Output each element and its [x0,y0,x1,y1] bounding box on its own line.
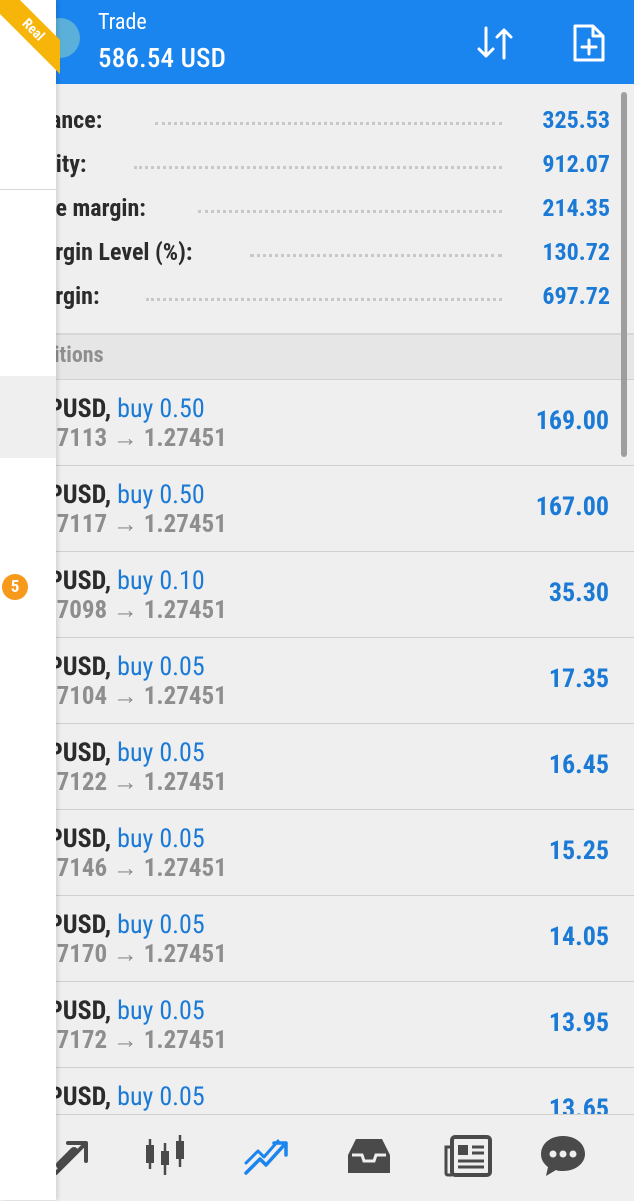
summary-value: 912.07 [542,150,610,178]
dotted-leader [146,292,502,301]
position-prices: 27146 → 1.27451 [44,854,227,883]
position-side: buy 0.10 [117,566,205,596]
position-symbol: PUSD, [48,910,112,940]
position-side: buy 0.05 [117,738,205,768]
position-symbol: PUSD, [48,738,112,768]
position-prices: 27170 → 1.27451 [44,940,227,969]
position-symbol: PUSD, [48,566,112,596]
position-side: buy 0.50 [117,480,205,510]
position-row[interactable]: PUSD, buy 0.05 27146 → 1.27451 15.25 [0,810,634,896]
position-symbol: PUSD, [48,1082,112,1112]
position-prices: 27122 → 1.27451 [44,768,227,797]
real-ribbon-label: Real [0,0,60,78]
position-profit: 17.35 [548,664,609,694]
position-symbol: PUSD, [48,824,112,854]
summary-value: 130.72 [542,238,610,266]
bottom-navigation [0,1114,634,1201]
position-side: buy 0.50 [117,394,205,424]
position-prices: 27117 → 1.27451 [44,510,227,539]
chat-icon[interactable] [538,1133,588,1179]
side-drawer[interactable]: 5 [0,0,56,1200]
position-symbol: PUSD, [48,996,112,1026]
position-profit: 169.00 [535,406,609,436]
summary-row-free-margin: ee margin: 214.35 [0,186,610,230]
position-prices: 27098 → 1.27451 [44,596,227,625]
position-row[interactable]: PUSD, buy 0.10 27098 → 1.27451 35.30 [0,552,634,638]
position-row[interactable]: PUSD, buy 0.05 27170 → 1.27451 14.05 [0,896,634,982]
position-prices: 27172 → 1.27451 [44,1026,227,1055]
position-side: buy 0.05 [117,1082,205,1112]
dotted-leader [155,116,502,125]
app-header: Trade 586.54 USD [0,0,634,84]
sort-icon[interactable] [474,22,516,64]
notification-badge: 5 [2,574,28,600]
position-row[interactable]: PUSD, buy 0.50 27113 → 1.27451 169.00 [0,380,634,466]
position-side: buy 0.05 [117,652,205,682]
dotted-leader [250,248,502,257]
new-order-icon[interactable] [567,22,609,64]
position-row[interactable]: PUSD, buy 0.50 27117 → 1.27451 167.00 [0,466,634,552]
summary-value: 214.35 [542,194,610,222]
summary-value: 697.72 [542,282,610,310]
summary-label: ee margin: [44,194,146,222]
summary-label: argin Level (%): [44,238,193,266]
position-profit: 13.95 [548,1008,609,1038]
position-row[interactable]: PUSD, buy 0.05 27122 → 1.27451 16.45 [0,724,634,810]
position-profit: 35.30 [548,578,609,608]
position-side: buy 0.05 [117,910,205,940]
positions-list: PUSD, buy 0.50 27113 → 1.27451 169.00 PU… [0,380,634,1154]
page-title: Trade [98,10,147,35]
summary-row-margin: argin: 697.72 [0,274,610,318]
position-row[interactable]: PUSD, buy 0.05 27172 → 1.27451 13.95 [0,982,634,1068]
position-row[interactable]: PUSD, buy 0.05 27104 → 1.27451 17.35 [0,638,634,724]
drawer-divider [0,189,56,190]
account-type-ribbon: Real [0,0,60,80]
trade-icon[interactable] [242,1133,292,1179]
position-symbol: PUSD, [48,394,112,424]
scrollbar[interactable] [621,92,627,457]
position-prices: 27104 → 1.27451 [44,682,227,711]
candlestick-chart-icon[interactable] [140,1133,190,1179]
position-side: buy 0.05 [117,996,205,1026]
position-profit: 167.00 [535,492,609,522]
news-icon[interactable] [444,1133,494,1179]
account-summary: lance: 325.53 uity: 912.07 ee margin: 21… [0,84,634,334]
position-symbol: PUSD, [48,480,112,510]
positions-section-header: sitions [0,335,634,380]
header-balance: 586.54 USD [98,42,227,74]
position-profit: 14.05 [548,922,609,952]
position-symbol: PUSD, [48,652,112,682]
position-side: buy 0.05 [117,824,205,854]
position-profit: 15.25 [548,836,609,866]
drawer-item-selected[interactable] [0,376,56,458]
summary-row-balance: lance: 325.53 [0,98,610,142]
position-prices: 27113 → 1.27451 [44,424,227,453]
inbox-icon[interactable] [344,1133,394,1179]
position-profit: 16.45 [548,750,609,780]
summary-row-margin-level: argin Level (%): 130.72 [0,230,610,274]
summary-row-equity: uity: 912.07 [0,142,610,186]
dotted-leader [134,160,502,169]
summary-value: 325.53 [542,106,610,134]
dotted-leader [198,204,502,213]
